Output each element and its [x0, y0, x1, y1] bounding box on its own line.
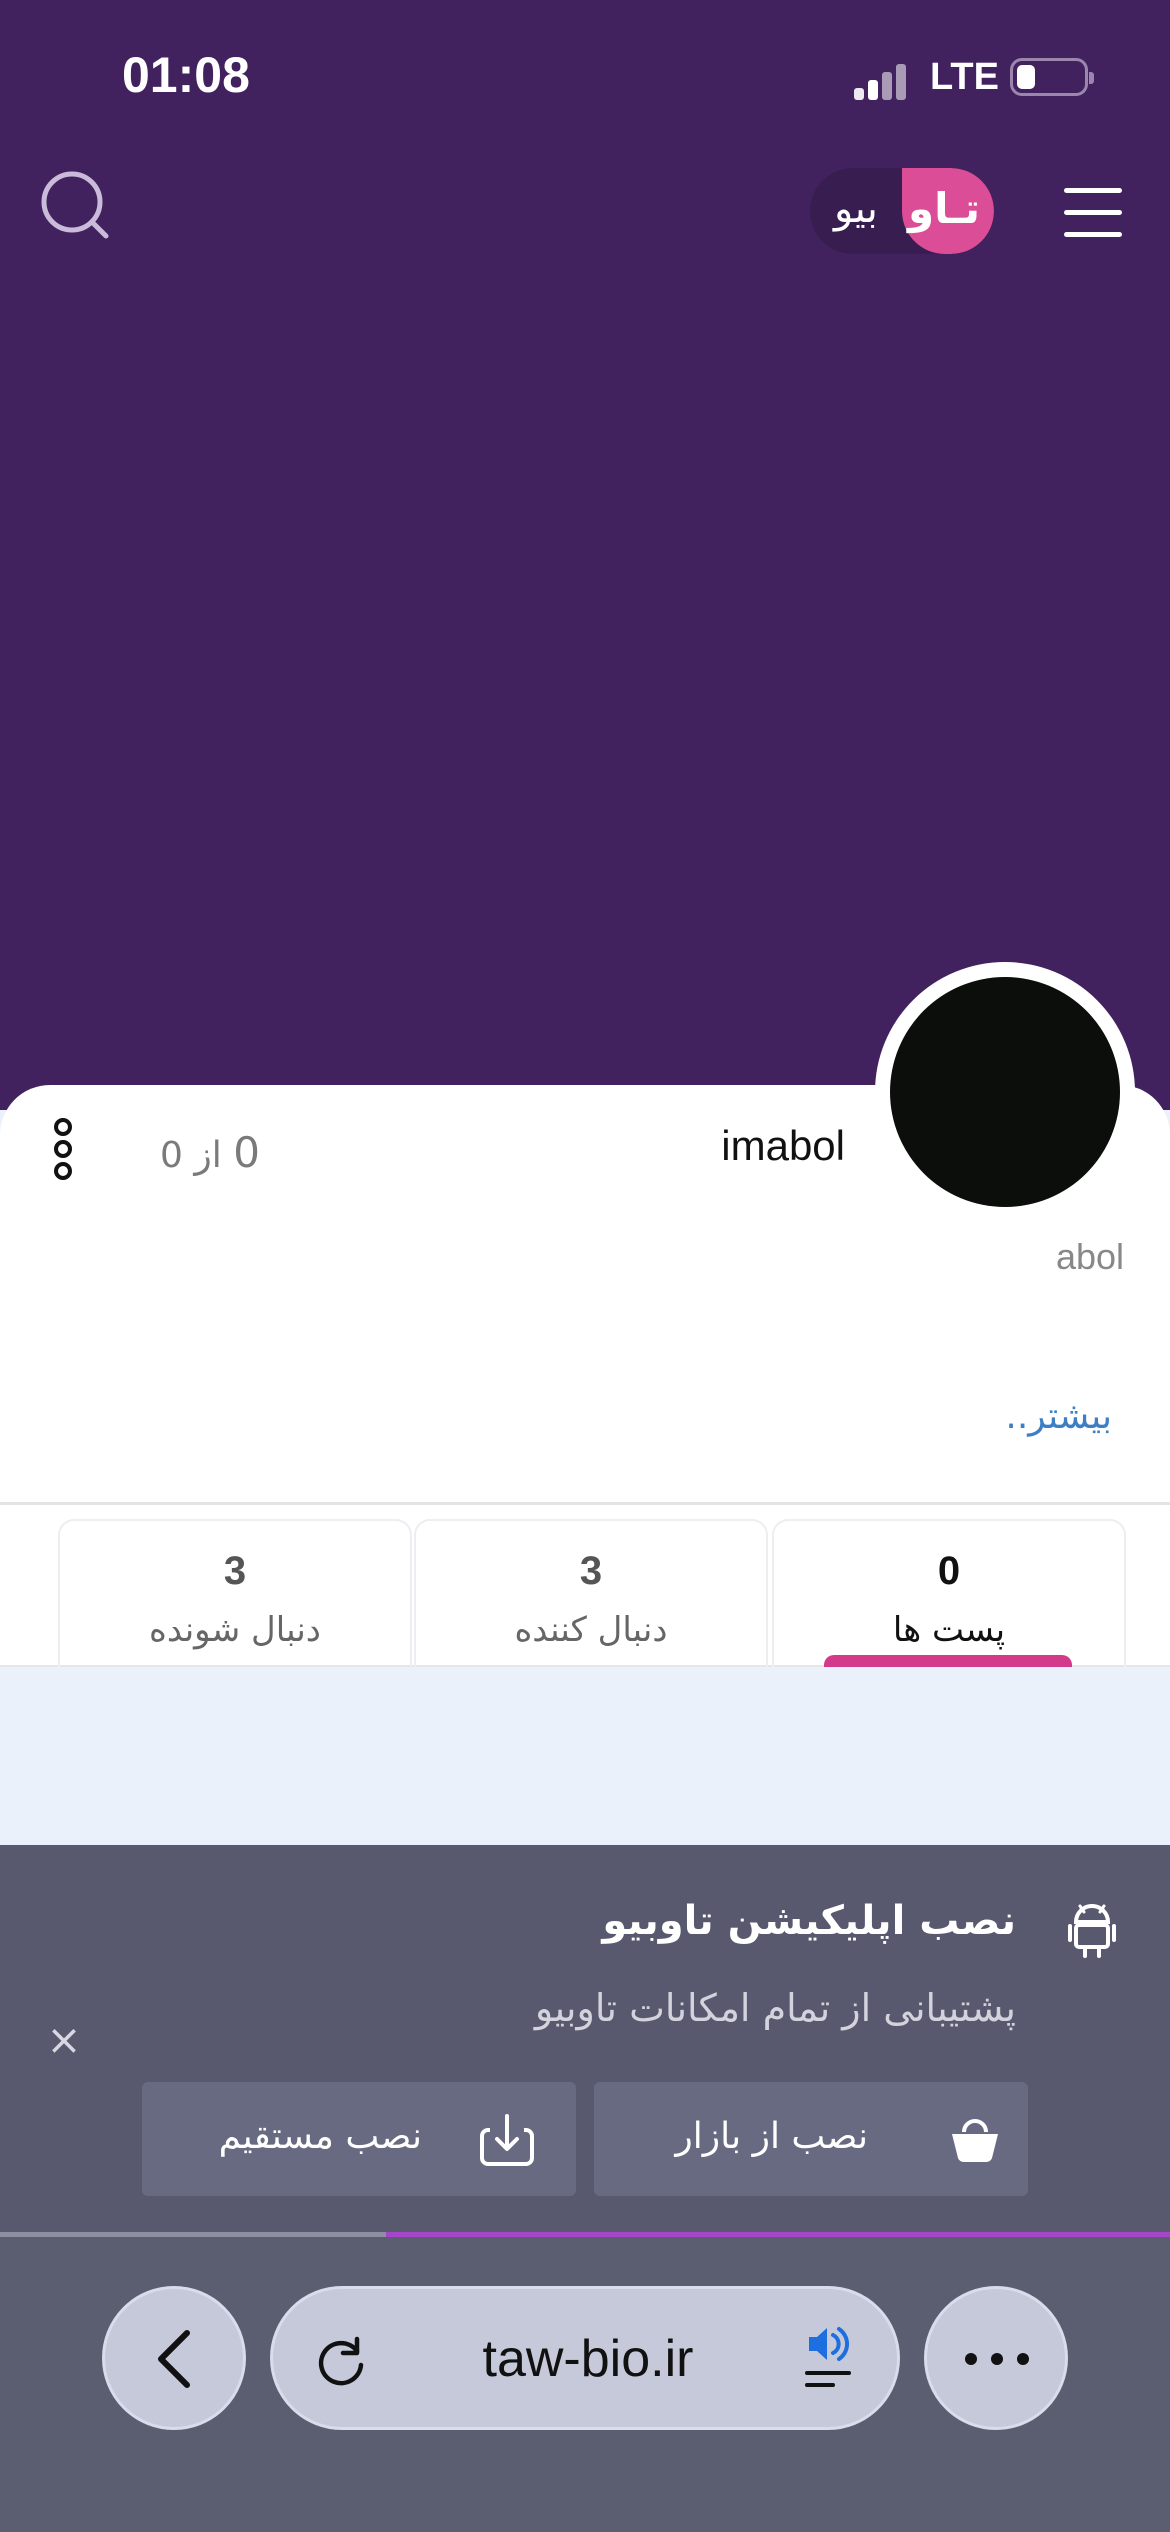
tab-following[interactable]: 3 دنبال شونده: [58, 1519, 412, 1667]
network-label: LTE: [930, 56, 999, 98]
counter-total: از 0: [160, 1135, 222, 1176]
download-icon: [478, 2112, 536, 2168]
profile-bio: abol: [1055, 1236, 1124, 1277]
vertical-dots-icon[interactable]: [50, 1118, 78, 1180]
profile-username: imabol: [721, 1122, 845, 1169]
address-bar[interactable]: taw-bio.ir: [270, 2286, 900, 2430]
following-count: 3: [223, 1549, 247, 1593]
tab-followers[interactable]: 3 دنبال کننده: [414, 1519, 768, 1667]
following-label: دنبال شونده: [149, 1610, 321, 1650]
followers-label: دنبال کننده: [514, 1610, 668, 1650]
hamburger-menu-icon[interactable]: [1060, 188, 1130, 238]
direct-install-button[interactable]: نصب مستقیم: [142, 2082, 576, 2196]
battery-icon: [1010, 58, 1094, 96]
logo-text-secondary: بیو: [834, 186, 878, 232]
followers-count: 3: [579, 1549, 603, 1593]
active-tab-indicator: [824, 1655, 1072, 1667]
profile-cover: [0, 0, 1170, 1110]
close-icon[interactable]: ×: [44, 2019, 84, 2061]
banner-title: نصب اپلیکیشن تاوبیو: [602, 1898, 1016, 1944]
avatar[interactable]: [890, 977, 1120, 1207]
bazaar-button-label: نصب از بازار: [675, 2116, 868, 2157]
profile-counter: 0 از 0: [160, 1128, 260, 1177]
signal-icon: [854, 60, 914, 100]
profile-stats-tabs: 0 پست ها 3 دنبال کننده 3 دنبال شونده: [0, 1505, 1170, 1667]
more-options-button[interactable]: [924, 2286, 1068, 2430]
back-arrow-icon: [158, 2330, 190, 2388]
posts-count: 0: [937, 1549, 961, 1593]
site-logo[interactable]: تـاو بیو: [810, 168, 994, 254]
back-button[interactable]: [102, 2286, 246, 2430]
counter-value: 0: [233, 1128, 260, 1177]
logo-text-primary: تـاو: [907, 184, 980, 233]
more-dots-icon: [965, 2353, 1029, 2365]
banner-subtitle: پشتیبانی از تمام امکانات تاوبیو: [534, 1986, 1016, 2030]
tab-posts[interactable]: 0 پست ها: [772, 1519, 1126, 1667]
bag-icon: [946, 2112, 1004, 2168]
direct-button-label: نصب مستقیم: [218, 2116, 422, 2157]
more-link[interactable]: بیشتر..: [1005, 1396, 1112, 1437]
search-icon[interactable]: [40, 170, 116, 246]
android-icon: [1066, 1900, 1118, 1958]
install-from-bazaar-button[interactable]: نصب از بازار: [594, 2082, 1028, 2196]
posts-label: پست ها: [892, 1610, 1006, 1650]
speaker-icon[interactable]: [803, 2323, 867, 2397]
status-time: 01:08: [122, 47, 250, 103]
